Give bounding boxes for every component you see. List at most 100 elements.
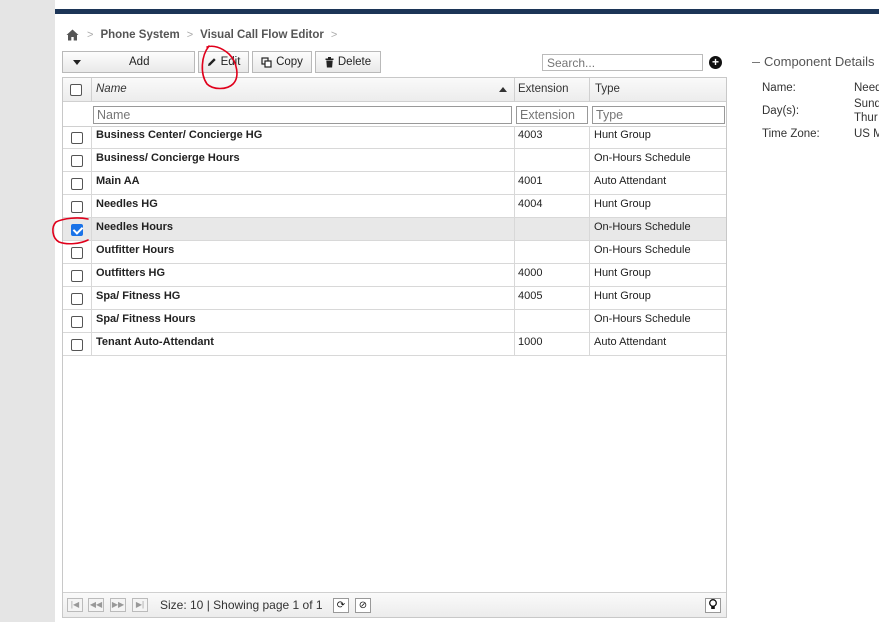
row-divider <box>514 287 515 309</box>
chevron-right-icon: > <box>186 29 194 41</box>
search-input[interactable] <box>542 54 703 71</box>
row-checkbox[interactable] <box>71 293 83 305</box>
collapse-dash-icon[interactable] <box>752 62 760 64</box>
refresh-icon[interactable]: ⟳ <box>333 598 349 613</box>
row-divider <box>514 126 515 148</box>
row-name: Needles HG <box>96 198 158 210</box>
name-filter-input[interactable] <box>93 106 512 124</box>
column-header-extension[interactable]: Extension <box>518 78 569 101</box>
detail-timezone-value: US M <box>854 128 879 140</box>
table-row[interactable]: Tenant Auto-Attendant 1000 Auto Attendant <box>63 333 726 356</box>
row-checkbox[interactable] <box>71 201 83 213</box>
component-details-heading: Component Details <box>764 54 875 69</box>
row-checkbox[interactable] <box>71 247 83 259</box>
edit-button-label: Edit <box>220 56 241 68</box>
row-divider <box>589 241 590 263</box>
row-type: Auto Attendant <box>594 175 667 187</box>
row-checkbox[interactable] <box>71 270 83 282</box>
row-checkbox[interactable] <box>71 132 83 144</box>
row-checkbox[interactable] <box>71 316 83 328</box>
row-divider <box>514 218 515 240</box>
row-divider <box>91 172 92 194</box>
extension-filter-input[interactable] <box>516 106 588 124</box>
chevron-right-icon: > <box>87 29 94 41</box>
breadcrumb-item-phone-system[interactable]: Phone System <box>100 29 179 41</box>
copy-button[interactable]: Copy <box>252 51 312 73</box>
chevron-right-icon: > <box>330 29 338 41</box>
table-row[interactable]: Outfitters HG 4000 Hunt Group <box>63 264 726 287</box>
edit-button[interactable]: Edit <box>198 51 249 73</box>
row-type: On-Hours Schedule <box>594 313 691 325</box>
row-type: On-Hours Schedule <box>594 244 691 256</box>
sort-ascending-icon[interactable] <box>499 87 507 92</box>
table-row[interactable]: Outfitter Hours On-Hours Schedule <box>63 241 726 264</box>
row-type: Hunt Group <box>594 198 651 210</box>
table-row[interactable]: Main AA 4001 Auto Attendant <box>63 172 726 195</box>
table-row[interactable]: Needles HG 4004 Hunt Group <box>63 195 726 218</box>
delete-button[interactable]: Delete <box>315 51 381 73</box>
left-sidebar-strip <box>0 0 55 622</box>
row-divider <box>91 310 92 332</box>
first-page-button[interactable]: |◀ <box>67 598 83 612</box>
row-divider <box>589 126 590 148</box>
table-row[interactable]: Business/ Concierge Hours On-Hours Schedu… <box>63 149 726 172</box>
row-divider <box>589 195 590 217</box>
row-divider <box>91 333 92 355</box>
row-name: Needles Hours <box>96 221 174 233</box>
add-button-label: Add <box>129 56 150 68</box>
row-checkbox[interactable] <box>71 339 83 351</box>
plus-circle-icon[interactable]: + <box>709 56 722 69</box>
row-type: Hunt Group <box>594 129 651 141</box>
row-extension: 4004 <box>518 198 543 210</box>
row-divider <box>589 310 590 332</box>
table-row[interactable]: Spa/ Fitness Hours On-Hours Schedule <box>63 310 726 333</box>
next-page-button[interactable]: ▶▶ <box>110 598 126 612</box>
row-checkbox[interactable] <box>71 224 83 236</box>
row-divider <box>91 195 92 217</box>
row-type: Hunt Group <box>594 290 651 302</box>
row-checkbox[interactable] <box>71 178 83 190</box>
grid-body: Business Center/ Concierge HG 4003 Hunt Gr… <box>63 126 726 356</box>
components-grid: Name Extension Type Business Center/ Con… <box>62 77 727 618</box>
add-button[interactable]: Add <box>62 51 195 73</box>
type-filter-input[interactable] <box>592 106 725 124</box>
row-divider <box>589 149 590 171</box>
row-divider <box>91 241 92 263</box>
delete-button-label: Delete <box>337 56 372 68</box>
row-divider <box>91 287 92 309</box>
table-row[interactable]: Needles Hours On-Hours Schedule <box>63 218 726 241</box>
column-header-type[interactable]: Type <box>595 78 620 101</box>
column-header-name[interactable]: Name <box>96 78 127 101</box>
row-divider <box>589 218 590 240</box>
row-divider <box>514 241 515 263</box>
grid-header: Name Extension Type <box>63 78 726 102</box>
row-divider <box>91 126 92 148</box>
home-icon[interactable] <box>66 29 80 41</box>
previous-page-button[interactable]: ◀◀ <box>88 598 104 612</box>
pager-status: Size: 10 | Showing page 1 of 1 <box>160 598 323 612</box>
row-extension: 4003 <box>518 129 543 141</box>
pencil-icon <box>207 58 216 66</box>
breadcrumb-item-visual-call-flow-editor[interactable]: Visual Call Flow Editor <box>200 29 324 41</box>
select-all-checkbox[interactable] <box>70 84 82 96</box>
row-divider <box>514 172 515 194</box>
last-page-button[interactable]: ▶| <box>132 598 148 612</box>
clear-filter-icon[interactable]: ⊘ <box>355 598 371 613</box>
copy-icon <box>261 56 272 68</box>
row-extension: 4001 <box>518 175 543 187</box>
row-divider <box>589 333 590 355</box>
detail-name-label: Name: <box>762 82 796 94</box>
row-checkbox[interactable] <box>71 155 83 167</box>
filter-row <box>63 102 726 127</box>
table-row[interactable]: Business Center/ Concierge HG 4003 Hunt Gr… <box>63 126 726 149</box>
row-divider <box>589 172 590 194</box>
table-row[interactable]: Spa/ Fitness HG 4005 Hunt Group <box>63 287 726 310</box>
row-name: Spa/ Fitness HG <box>96 290 181 302</box>
top-header-bar <box>55 9 879 14</box>
detail-days-value: Sund <box>854 98 879 110</box>
lightbulb-icon[interactable] <box>705 598 721 613</box>
grid-footer: |◀ ◀◀ ▶▶ ▶| Size: 10 | Showing page 1 of… <box>63 592 726 617</box>
row-divider <box>91 149 92 171</box>
detail-days-value-2: Thur <box>854 112 878 124</box>
row-divider <box>514 310 515 332</box>
